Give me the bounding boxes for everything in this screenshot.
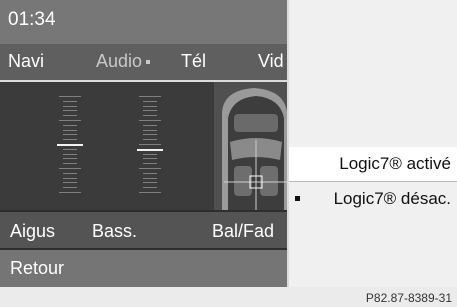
slider-tick [63,110,77,112]
slider-tick [63,148,77,150]
menu-item-audio[interactable]: Audio [96,51,151,72]
slider-tick [143,153,157,155]
slider-tick [63,105,77,107]
menu-item-navi[interactable]: Navi [8,51,44,72]
slider-tick [63,129,77,131]
slider-tick [63,172,77,174]
sound-labels-row: Aigus Bass. Bal/Fad [0,212,287,248]
balance-fader-label[interactable]: Bal/Fad [212,221,274,242]
slider-tick [63,158,77,160]
slider-tick [59,96,81,97]
back-button[interactable]: Retour [10,258,64,279]
slider-tick [139,192,161,193]
slider-tick [143,105,157,107]
slider-tick [143,163,157,165]
slider-tick [143,124,157,126]
slider-level-marker [57,144,83,146]
slider-tick [63,182,77,184]
figure-reference: P82.87-8389-31 [365,291,452,305]
bass-label[interactable]: Bass. [92,221,137,242]
slider-tick [143,129,157,131]
slider-tick [139,144,161,145]
menu-item-tel[interactable]: Tél [181,51,206,72]
option-logic7-on[interactable]: Logic7® activé [289,147,457,181]
audio-settings-panel: 01:34 Navi Audio Tél Vid Aigus Bass. Bal… [0,0,287,287]
slider-tick [139,120,161,121]
slider-tick [63,134,77,136]
balance-fader-area[interactable] [214,82,287,210]
logic7-options-menu: Logic7® activé Logic7® désac. [289,0,457,287]
slider-tick [143,115,157,117]
slider-tick [143,177,157,179]
slider-tick [143,134,157,136]
sound-adjust-panel [0,82,287,210]
bass-slider[interactable] [136,96,164,196]
slider-tick [63,177,77,179]
selected-bullet-icon [295,196,300,201]
slider-tick [143,158,157,160]
menu-item-video[interactable]: Vid [258,51,284,72]
car-top-view-icon [214,82,287,210]
slider-tick [63,139,77,141]
slider-tick [143,110,157,112]
back-row: Retour [0,250,287,287]
slider-tick [59,192,81,193]
slider-tick [143,187,157,189]
slider-tick [63,100,77,102]
status-bar: 01:34 [0,0,287,44]
slider-tick [59,120,81,121]
slider-tick [139,96,161,97]
slider-tick [63,187,77,189]
option-logic7-off-label: Logic7® désac. [333,189,451,208]
slider-tick [143,172,157,174]
slider-tick [143,139,157,141]
slider-tick [63,163,77,165]
display-screen: 01:34 Navi Audio Tél Vid Aigus Bass. Bal… [0,0,457,287]
submenu-indicator-icon [146,60,151,65]
slider-tick [63,153,77,155]
clock: 01:34 [8,9,56,30]
slider-tick [63,115,77,117]
option-logic7-off[interactable]: Logic7® désac. [289,182,457,216]
slider-level-marker [137,148,163,151]
slider-tick [139,168,161,169]
option-logic7-on-label: Logic7® activé [339,154,451,173]
slider-tick [59,168,81,169]
slider-tick [143,182,157,184]
main-menu-bar: Navi Audio Tél Vid [0,44,287,82]
menu-item-audio-label: Audio [96,51,143,71]
treble-label[interactable]: Aigus [10,221,55,242]
treble-slider[interactable] [56,96,84,196]
slider-tick [63,124,77,126]
slider-tick [143,100,157,102]
